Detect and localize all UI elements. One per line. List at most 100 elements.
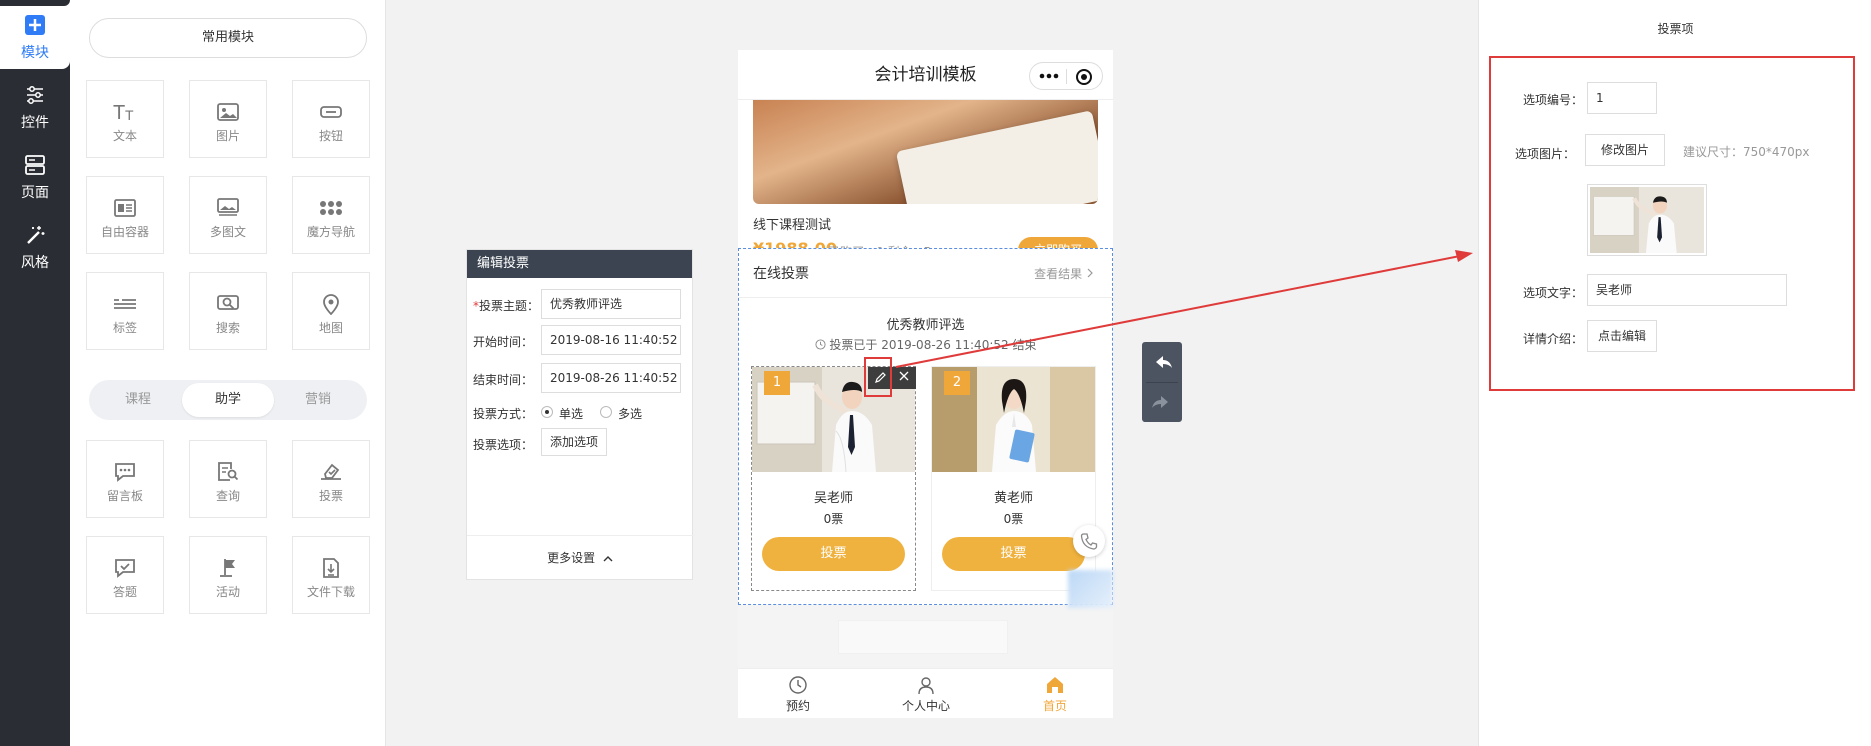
tile-multi-image[interactable]: 多图文 — [189, 176, 267, 254]
quiz-icon — [115, 559, 135, 578]
tile-label: 魔方导航 — [306, 225, 355, 239]
placeholder-block — [838, 620, 1008, 654]
component-category-tabs: 课程 助学 营销 — [89, 380, 367, 420]
file-download-icon — [323, 558, 339, 578]
vote-button[interactable]: 投票 — [942, 537, 1085, 571]
tile-tag[interactable]: 标签 — [86, 272, 164, 350]
option-text-input[interactable]: 吴老师 — [1587, 274, 1787, 306]
edit-detail-button[interactable]: 点击编辑 — [1587, 320, 1657, 352]
tile-text[interactable]: TT 文本 — [86, 80, 164, 158]
page-title: 会计培训模板 — [874, 65, 977, 85]
tile-image[interactable]: 图片 — [189, 80, 267, 158]
tile-free-container[interactable]: 自由容器 — [86, 176, 164, 254]
course-name: 线下课程测试 — [753, 218, 832, 233]
chevron-right-icon — [1087, 268, 1093, 278]
more-dots-icon[interactable] — [1039, 72, 1059, 80]
tab-home[interactable]: 首页 — [1020, 675, 1090, 714]
flag-icon — [220, 559, 235, 577]
home-icon — [1047, 677, 1063, 693]
query-icon — [218, 462, 239, 481]
option-name: 吴老师 — [813, 491, 853, 506]
svg-text:T: T — [125, 107, 134, 123]
tab-profile[interactable]: 个人中心 — [891, 675, 961, 714]
view-results-link[interactable]: 查看结果 — [1034, 265, 1094, 282]
button-icon — [320, 106, 342, 118]
tile-label: 投票 — [318, 489, 343, 503]
tab-study-aid[interactable]: 助学 — [182, 383, 274, 417]
option-image-thumbnail[interactable] — [1587, 184, 1707, 256]
tile-label: 活动 — [215, 585, 240, 599]
end-time-label: 结束时间： — [473, 373, 534, 387]
bottom-tab-bar: 预约 个人中心 首页 — [738, 668, 1113, 718]
close-target-icon[interactable] — [1075, 68, 1093, 86]
phone-header: 会计培训模板 — [738, 50, 1113, 100]
tile-search[interactable]: 搜索 — [189, 272, 267, 350]
tile-button[interactable]: 按钮 — [292, 80, 370, 158]
close-icon — [899, 371, 909, 381]
nav-item-controls[interactable]: 控件 — [0, 70, 70, 140]
phone-icon — [1080, 533, 1098, 550]
image-icon — [217, 103, 239, 121]
nav-label: 控件 — [21, 115, 49, 131]
nav-item-modules[interactable]: 模块 — [0, 0, 70, 70]
tile-label: 按钮 — [318, 129, 343, 143]
tab-label: 个人中心 — [901, 699, 950, 713]
tab-label: 预约 — [785, 699, 810, 713]
start-time-input[interactable]: 2019-08-16 11:40:52 — [541, 325, 681, 355]
tile-label: 标签 — [112, 321, 137, 335]
tile-label: 留言板 — [106, 489, 143, 503]
single-choice-radio[interactable] — [541, 406, 553, 418]
redo-button[interactable] — [1142, 382, 1182, 422]
edit-vote-title: 编辑投票 — [467, 250, 692, 278]
highlight-box-edit — [864, 357, 892, 397]
tab-booking[interactable]: 预约 — [763, 675, 833, 714]
container-icon — [114, 199, 136, 217]
online-vote-module[interactable]: 在线投票 查看结果 优秀教师评选 投票已于 2019-08-26 11:40:5… — [738, 248, 1113, 605]
more-settings-label: 更多设置 — [547, 551, 596, 565]
divider — [739, 297, 1112, 298]
multi-image-icon — [217, 198, 239, 216]
tile-message-board[interactable]: 留言板 — [86, 440, 164, 518]
tab-course[interactable]: 课程 — [92, 383, 184, 417]
tile-query[interactable]: 查询 — [189, 440, 267, 518]
tile-map[interactable]: 地图 — [292, 272, 370, 350]
tile-vote[interactable]: 投票 — [292, 440, 370, 518]
theme-input[interactable]: 优秀教师评选 — [541, 289, 681, 319]
layout-icon — [25, 155, 45, 175]
option-vote-count: 0票 — [1003, 512, 1024, 526]
undo-button[interactable] — [1142, 342, 1182, 382]
left-nav: 模块 控件 页面 风格 — [0, 0, 70, 746]
mini-program-capsule[interactable] — [1029, 62, 1103, 90]
vote-option-card[interactable]: 2 黄老师 0票 投票 — [931, 366, 1096, 591]
vote-option-card[interactable]: 1 吴老师 0票 投票 — [751, 357, 916, 591]
magic-wand-icon — [27, 226, 45, 244]
option-number-input[interactable]: 1 — [1587, 82, 1657, 114]
end-time-input[interactable]: 2019-08-26 11:40:52 — [541, 363, 681, 393]
nav-item-pages[interactable]: 页面 — [0, 140, 70, 210]
nav-item-style[interactable]: 风格 — [0, 210, 70, 280]
option-number-badge: 2 — [944, 371, 970, 395]
common-modules-pill[interactable]: 常用模块 — [89, 18, 367, 58]
phone-call-button[interactable] — [1073, 525, 1105, 557]
tile-quiz[interactable]: 答题 — [86, 536, 164, 614]
more-settings-button[interactable]: 更多设置 — [467, 535, 694, 579]
tile-activity[interactable]: 活动 — [189, 536, 267, 614]
vote-options-row: 投票选项： 添加选项 — [467, 428, 694, 458]
vote-mode-label: 投票方式： — [473, 407, 534, 421]
undo-icon — [1156, 356, 1172, 368]
multi-choice-label: 多选 — [618, 407, 643, 421]
vote-button[interactable]: 投票 — [762, 537, 905, 571]
multi-choice-radio[interactable] — [600, 406, 612, 418]
phone-preview: 线下课程测试 ¥1988.00 已购买：0 剩余：5 立即购买 会计培训模板 在… — [738, 50, 1113, 718]
option-number-badge: 1 — [764, 371, 790, 395]
tile-file-download[interactable]: 文件下载 — [292, 536, 370, 614]
tile-cube-nav[interactable]: 魔方导航 — [292, 176, 370, 254]
tab-marketing[interactable]: 营销 — [272, 383, 364, 417]
add-option-button[interactable]: 添加选项 — [541, 428, 608, 456]
floating-widget-blur — [1068, 570, 1113, 608]
vote-icon — [321, 463, 341, 480]
tile-label: 文本 — [112, 129, 137, 143]
delete-option-button[interactable] — [892, 367, 916, 389]
chevron-up-icon — [603, 556, 613, 562]
change-image-button[interactable]: 修改图片 — [1585, 134, 1665, 166]
